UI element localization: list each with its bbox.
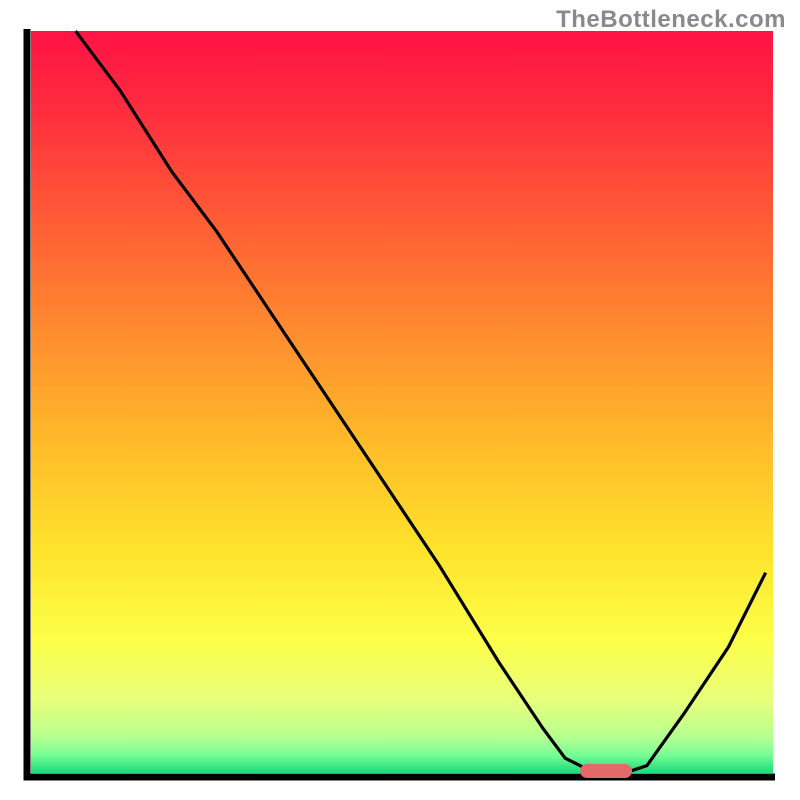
plot-area <box>31 31 773 773</box>
chart-container: TheBottleneck.com <box>0 0 800 800</box>
bottleneck-chart <box>0 0 800 800</box>
optimal-range-marker <box>580 764 632 778</box>
